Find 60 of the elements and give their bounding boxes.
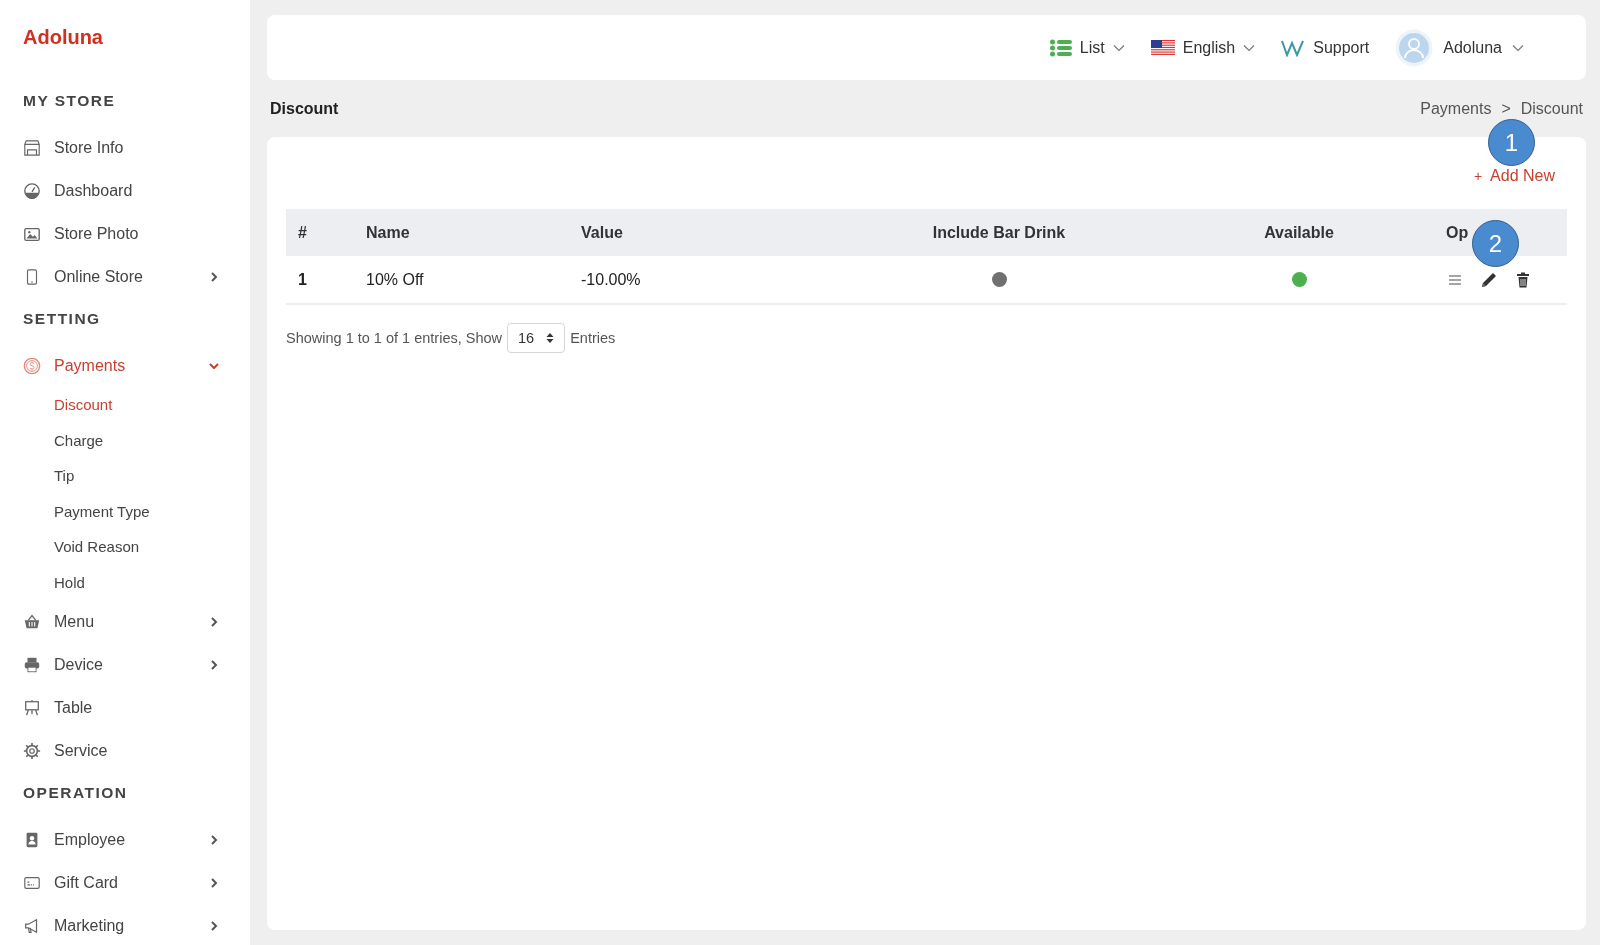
- sidebar-item[interactable]: Service: [54, 741, 220, 760]
- column-header: #: [298, 223, 307, 241]
- page-title: Discount: [270, 99, 339, 118]
- dollar-circle-icon: [23, 356, 41, 375]
- printer-icon: [23, 655, 41, 674]
- entries-summary: Showing 1 to 1 of 1 entries, Show: [286, 330, 503, 346]
- column-header: Value: [581, 223, 623, 241]
- entries-label: Entries: [570, 330, 616, 346]
- sidebar-item[interactable]: Store Info: [54, 138, 220, 157]
- section-heading: MY STORE: [23, 92, 117, 111]
- sidebar-item[interactable]: Online Store: [54, 267, 195, 286]
- table-cell: 10% Off: [366, 270, 424, 288]
- support-link[interactable]: Support: [1281, 38, 1370, 57]
- sidebar-item[interactable]: Menu: [54, 612, 195, 631]
- sidebar-item[interactable]: Dashboard: [54, 181, 220, 200]
- column-header: Op: [1446, 223, 1469, 241]
- flag-icon: [1150, 39, 1175, 56]
- submenu-item[interactable]: Tip: [54, 467, 75, 485]
- store-icon: [23, 138, 41, 157]
- submenu-item[interactable]: Void Reason: [54, 538, 140, 556]
- basket-icon: [23, 612, 41, 631]
- caret-down-icon: [1243, 43, 1256, 52]
- sidebar-item[interactable]: Device: [54, 655, 195, 674]
- column-header: Include Bar Drink: [932, 223, 1066, 242]
- sort-arrows-icon: [546, 332, 555, 344]
- sidebar-item[interactable]: Store Photo: [54, 224, 220, 243]
- easel-icon: [23, 698, 41, 717]
- submenu-item[interactable]: Discount: [54, 396, 113, 414]
- avatar-icon: [1395, 28, 1434, 67]
- page-size-select[interactable]: 16: [507, 323, 566, 353]
- table-cell: -10.00%: [581, 270, 641, 288]
- language-button[interactable]: English: [1150, 38, 1256, 57]
- add-new-button[interactable]: + Add New: [1473, 167, 1555, 185]
- section-heading: SETTING: [23, 310, 102, 329]
- column-header: Available: [1264, 223, 1334, 242]
- column-header: Name: [366, 223, 410, 241]
- brand-logo: Adoluna: [23, 26, 104, 49]
- sidebar-item[interactable]: Gift Card: [54, 873, 195, 892]
- sidebar-item[interactable]: Payments: [54, 356, 195, 375]
- w-logo-icon: [1281, 38, 1306, 57]
- user-menu-button[interactable]: Adoluna: [1395, 28, 1524, 67]
- list-icon: [1049, 38, 1072, 57]
- caret-down-icon: [1112, 43, 1125, 52]
- gauge-icon: [23, 181, 41, 200]
- sidebar-item[interactable]: Table: [54, 698, 220, 717]
- submenu-item[interactable]: Payment Type: [54, 502, 150, 520]
- sidebar-item[interactable]: Employee: [54, 830, 195, 849]
- view-switch-button[interactable]: List: [1049, 38, 1125, 57]
- breadcrumb-item[interactable]: Discount: [1520, 99, 1583, 118]
- row-number: 1: [298, 270, 307, 288]
- trash-icon[interactable]: [1516, 271, 1530, 288]
- breadcrumb-separator: >: [1501, 99, 1511, 118]
- submenu-item[interactable]: Charge: [54, 431, 104, 449]
- submenu-item[interactable]: Hold: [54, 573, 85, 591]
- pencil-icon[interactable]: [1480, 270, 1498, 289]
- gear-icon: [23, 741, 41, 760]
- section-heading: OPERATION: [23, 784, 129, 803]
- breadcrumb-item[interactable]: Payments: [1420, 99, 1492, 118]
- sidebar-item[interactable]: Marketing: [54, 916, 195, 935]
- caret-down-icon: [1512, 43, 1524, 52]
